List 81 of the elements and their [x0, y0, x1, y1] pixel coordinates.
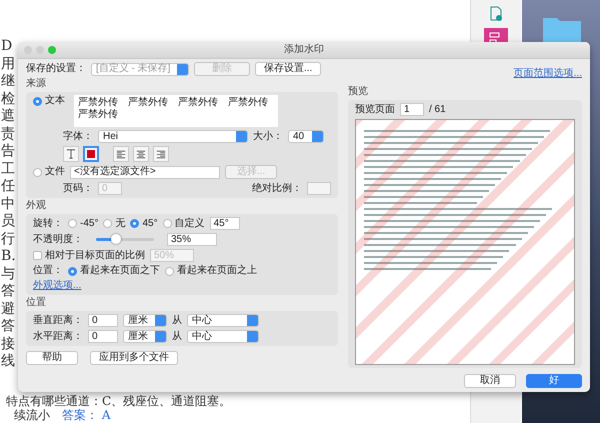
radio-option[interactable]: -45° [68, 218, 98, 230]
document-text: 特点有哪些通道：C、残座位、通道阻塞。 [6, 394, 232, 408]
angle-field[interactable]: 45° [210, 217, 240, 230]
field-label: 旋转： [33, 218, 63, 230]
field-label: 保存的设置： [26, 63, 86, 75]
document-text: 行 [1, 230, 15, 248]
page-count: / 61 [429, 104, 446, 116]
radio-option[interactable]: 自定义 [162, 218, 205, 230]
radio-option[interactable]: 文件 [33, 166, 65, 178]
document-text: 用 [1, 56, 15, 73]
field-label: 水平距离： [33, 330, 83, 342]
file-path-field[interactable]: <没有选定源文件> [70, 166, 220, 178]
field-label: 从 [172, 330, 182, 342]
save-settings-button[interactable]: 保存设置... [255, 62, 322, 76]
scale-field[interactable] [307, 182, 331, 195]
document-text: 续流小 [14, 408, 50, 422]
radio-option[interactable]: 45° [130, 218, 158, 230]
distance-field[interactable]: 0 [88, 330, 118, 343]
font-dropdown[interactable]: Hei [98, 130, 248, 143]
align-right-button[interactable] [153, 146, 169, 162]
document-text: 线 [1, 353, 15, 370]
field-label: 预览页面 [355, 104, 395, 116]
anchor-dropdown[interactable]: 中心 [187, 314, 259, 327]
field-label: 从 [172, 314, 182, 326]
document-text: 遮 [1, 108, 15, 126]
document-icon[interactable] [488, 6, 504, 22]
opacity-field[interactable]: 35% [167, 233, 217, 246]
cancel-button[interactable]: 取消 [464, 374, 516, 388]
field-label: 垂直距离： [33, 314, 83, 326]
field-label: 绝对比例： [252, 182, 302, 194]
field-label: 不透明度： [33, 234, 83, 246]
radio-option[interactable]: 文本 [33, 95, 65, 107]
radio-option[interactable]: 看起来在页面之上 [165, 265, 257, 277]
align-center-button[interactable] [133, 146, 149, 162]
size-dropdown[interactable]: 40 [288, 130, 324, 143]
preview-page-field[interactable]: 1 [400, 103, 424, 116]
document-text: 任 [1, 178, 15, 196]
document-text: 继 [1, 73, 15, 90]
align-left-button[interactable] [113, 146, 129, 162]
field-label: 位置： [33, 265, 63, 277]
document-text: D [1, 38, 12, 56]
document-text: 答 [1, 283, 15, 300]
document-text: B. [1, 248, 16, 266]
section-heading: 来源 [26, 78, 47, 90]
section-heading: 外观 [26, 200, 47, 212]
field-label: 字体： [63, 130, 93, 142]
document-text: 避 [1, 300, 15, 318]
unit-dropdown[interactable]: 厘米 [123, 330, 167, 343]
answer-text: 答案： A [62, 408, 110, 422]
align-right-icon [156, 150, 166, 158]
field-label: 页码： [63, 182, 93, 194]
field-label: 大小： [253, 130, 283, 142]
window-title: 添加水印 [284, 44, 324, 56]
page-range-link[interactable]: 页面范围选项... [514, 68, 582, 80]
document-text: 员 [1, 213, 15, 230]
appearance-options-link[interactable]: 外观选项... [33, 280, 82, 292]
distance-field[interactable]: 0 [88, 314, 118, 327]
slider-thumb[interactable] [111, 234, 122, 244]
unit-dropdown[interactable]: 厘米 [123, 314, 167, 327]
section-heading: 预览 [348, 86, 369, 98]
section-heading: 位置 [26, 297, 47, 309]
document-text: 中 [1, 196, 15, 213]
document-text: 答 [1, 318, 15, 336]
anchor-dropdown[interactable]: 中心 [187, 330, 259, 343]
document-text: 接 [1, 336, 15, 353]
watermark-text-field[interactable]: 严禁外传 严禁外传 严禁外传 严禁外传 严禁外传 [74, 95, 278, 127]
document-text: 检 [1, 90, 15, 108]
apply-multiple-button[interactable]: 应用到多个文件 [90, 351, 178, 365]
color-button[interactable] [83, 146, 99, 162]
radio-option[interactable]: 无 [103, 218, 126, 230]
help-button[interactable]: 帮助 [26, 351, 78, 365]
document-text: 工 [1, 160, 15, 178]
text-style-button[interactable] [63, 146, 79, 162]
document-text: 责 [1, 126, 15, 143]
document-text: 与 [1, 266, 15, 283]
document-text: 告 [1, 143, 15, 160]
text-icon [66, 149, 76, 159]
radio-option[interactable]: 看起来在页面之下 [68, 265, 160, 277]
align-left-icon [116, 150, 126, 158]
ok-button[interactable]: 好 [526, 374, 582, 388]
align-center-icon [136, 150, 146, 158]
